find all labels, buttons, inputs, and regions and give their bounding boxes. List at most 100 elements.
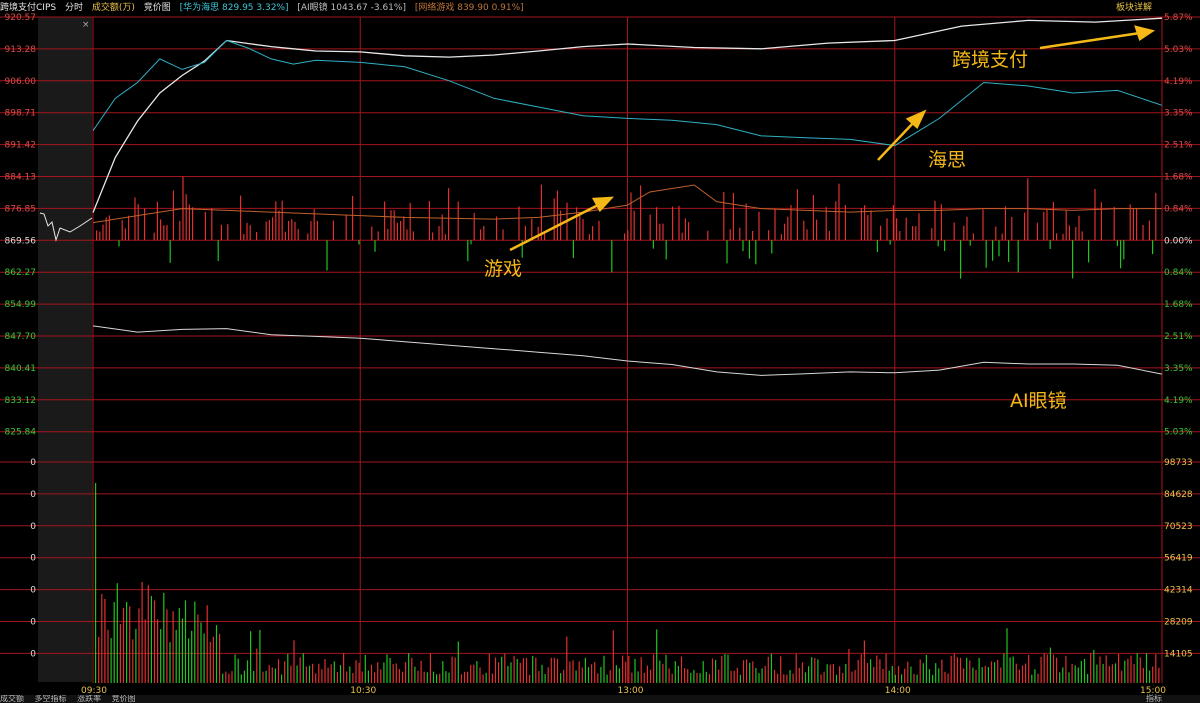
volume-bar	[1139, 657, 1141, 683]
down-bar	[358, 240, 360, 245]
volume-bar	[463, 671, 466, 683]
volume-bar	[308, 665, 311, 683]
up-bar	[659, 223, 661, 241]
up-bar	[684, 218, 686, 241]
up-bar	[243, 234, 245, 241]
volume-bar	[618, 668, 621, 683]
up-bar	[1132, 208, 1134, 241]
volume-bar	[575, 670, 577, 683]
volume-bar	[835, 674, 838, 683]
volume-bar	[696, 673, 698, 683]
volume-bar	[684, 668, 686, 683]
arrow-cips	[1039, 31, 1141, 50]
close-icon[interactable]: ×	[82, 20, 90, 30]
volume-bar	[724, 654, 726, 683]
volume-bar	[755, 667, 757, 683]
volume-bar	[401, 671, 404, 683]
up-bar	[316, 220, 318, 241]
volume-bar	[1021, 665, 1024, 683]
volume-bar	[296, 665, 298, 683]
up-bar	[1136, 208, 1138, 241]
down-bar	[969, 240, 971, 246]
indicator-tab-3[interactable]: 竞价图	[112, 695, 136, 703]
indicator-tab-1[interactable]: 多空指标	[35, 695, 67, 703]
up-bar	[473, 212, 475, 241]
down-bar	[217, 240, 219, 262]
up-bar	[963, 225, 965, 241]
volume-bar	[318, 663, 320, 683]
volume-bar	[293, 640, 295, 683]
volume-bar	[150, 595, 152, 683]
down-bar	[889, 240, 891, 245]
volume-bar	[879, 659, 881, 683]
volume-bar	[302, 653, 304, 683]
up-bar	[502, 229, 504, 241]
volume-bar	[842, 673, 844, 683]
down-bar	[960, 240, 962, 279]
volume-bar	[250, 631, 252, 683]
volume-bar	[274, 668, 276, 683]
volume-bar	[687, 669, 689, 683]
up-bar	[588, 234, 590, 241]
volume-bar	[665, 654, 667, 683]
down-bar	[652, 240, 654, 249]
indicator-tab-0[interactable]: 成交额	[0, 695, 24, 703]
up-bar	[192, 207, 194, 241]
up-bar	[774, 209, 776, 241]
down-bar	[998, 240, 1000, 257]
volume-bar	[541, 664, 543, 683]
up-bar	[672, 206, 674, 241]
up-bar	[918, 213, 920, 241]
down-bar	[467, 240, 469, 262]
volume-bar	[355, 660, 357, 683]
annotation-ai-glasses: AI眼镜	[1010, 390, 1067, 412]
down-bar	[665, 240, 667, 260]
up-bar	[278, 210, 280, 241]
y-right-label: 0.00%	[1164, 236, 1193, 246]
volume-bar	[95, 483, 97, 683]
volume-right-label: 84628	[1164, 490, 1193, 500]
up-bar	[272, 217, 274, 241]
volume-bar	[715, 660, 717, 683]
down-bar	[944, 240, 946, 251]
volume-bar	[160, 629, 162, 683]
volume-bar	[259, 629, 261, 683]
volume-bar	[246, 660, 249, 683]
up-bar	[256, 232, 258, 241]
volume-bar	[132, 639, 134, 683]
volume-bar	[178, 608, 180, 683]
indicator-button[interactable]: 指标	[1146, 695, 1162, 703]
up-bar	[483, 226, 485, 241]
volume-bar	[116, 583, 118, 683]
volume-bar	[454, 657, 456, 683]
up-bar	[432, 232, 434, 241]
down-bar	[118, 240, 120, 247]
volume-bar	[1025, 663, 1027, 683]
volume-bar	[1043, 653, 1045, 683]
volume-bar	[1087, 674, 1089, 683]
up-bar	[656, 207, 658, 241]
volume-bar	[522, 658, 524, 683]
up-bar	[531, 218, 533, 241]
volume-bar	[237, 658, 239, 683]
up-bar	[1100, 202, 1102, 241]
up-bar	[377, 231, 379, 241]
volume-bar	[780, 656, 782, 683]
up-bar	[294, 221, 296, 241]
volume-bar	[690, 672, 692, 683]
volume-bar	[516, 659, 518, 683]
up-bar	[457, 201, 459, 241]
y-right-label: 3.35%	[1164, 109, 1193, 119]
volume-bar	[591, 664, 593, 683]
up-bar	[153, 232, 155, 241]
down-bar	[1088, 240, 1090, 263]
volume-bar	[736, 667, 738, 683]
volume-bar	[597, 673, 599, 683]
volume-bar	[1130, 655, 1132, 683]
volume-bar	[113, 602, 115, 683]
volume-bar	[922, 663, 924, 683]
indicator-tab-2[interactable]: 涨跌率	[77, 695, 101, 703]
up-bar	[1113, 206, 1115, 241]
volume-bar	[166, 609, 168, 683]
down-bar	[169, 240, 171, 263]
